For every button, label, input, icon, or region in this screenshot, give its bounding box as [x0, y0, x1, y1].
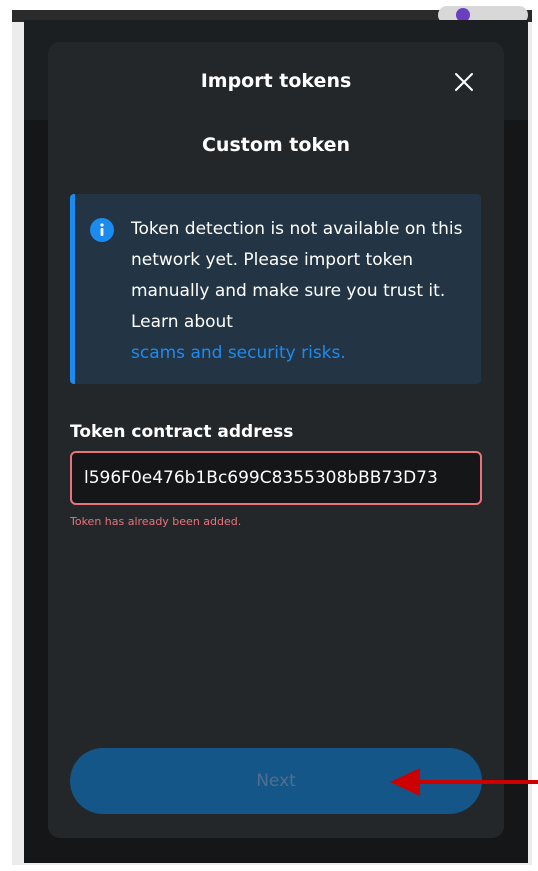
modal-title: Import tokens	[200, 70, 352, 92]
token-address-label: Token contract address	[70, 422, 294, 442]
banner-text: Token detection is not available on this…	[131, 219, 463, 332]
import-tokens-modal: Import tokens Custom token Token detecti…	[48, 42, 504, 838]
banner-accent-bar	[70, 194, 75, 384]
info-icon	[90, 218, 114, 242]
annotation-arrow-icon	[390, 768, 538, 796]
banner-message: Token detection is not available on this…	[131, 214, 469, 369]
token-detection-banner: Token detection is not available on this…	[70, 194, 481, 384]
close-button[interactable]	[448, 66, 480, 98]
scams-security-link[interactable]: scams and security risks.	[131, 338, 469, 369]
custom-token-tab[interactable]: Custom token	[48, 134, 504, 156]
token-address-input[interactable]	[70, 451, 482, 505]
token-address-error: Token has already been added.	[70, 515, 242, 528]
close-icon	[455, 73, 473, 91]
